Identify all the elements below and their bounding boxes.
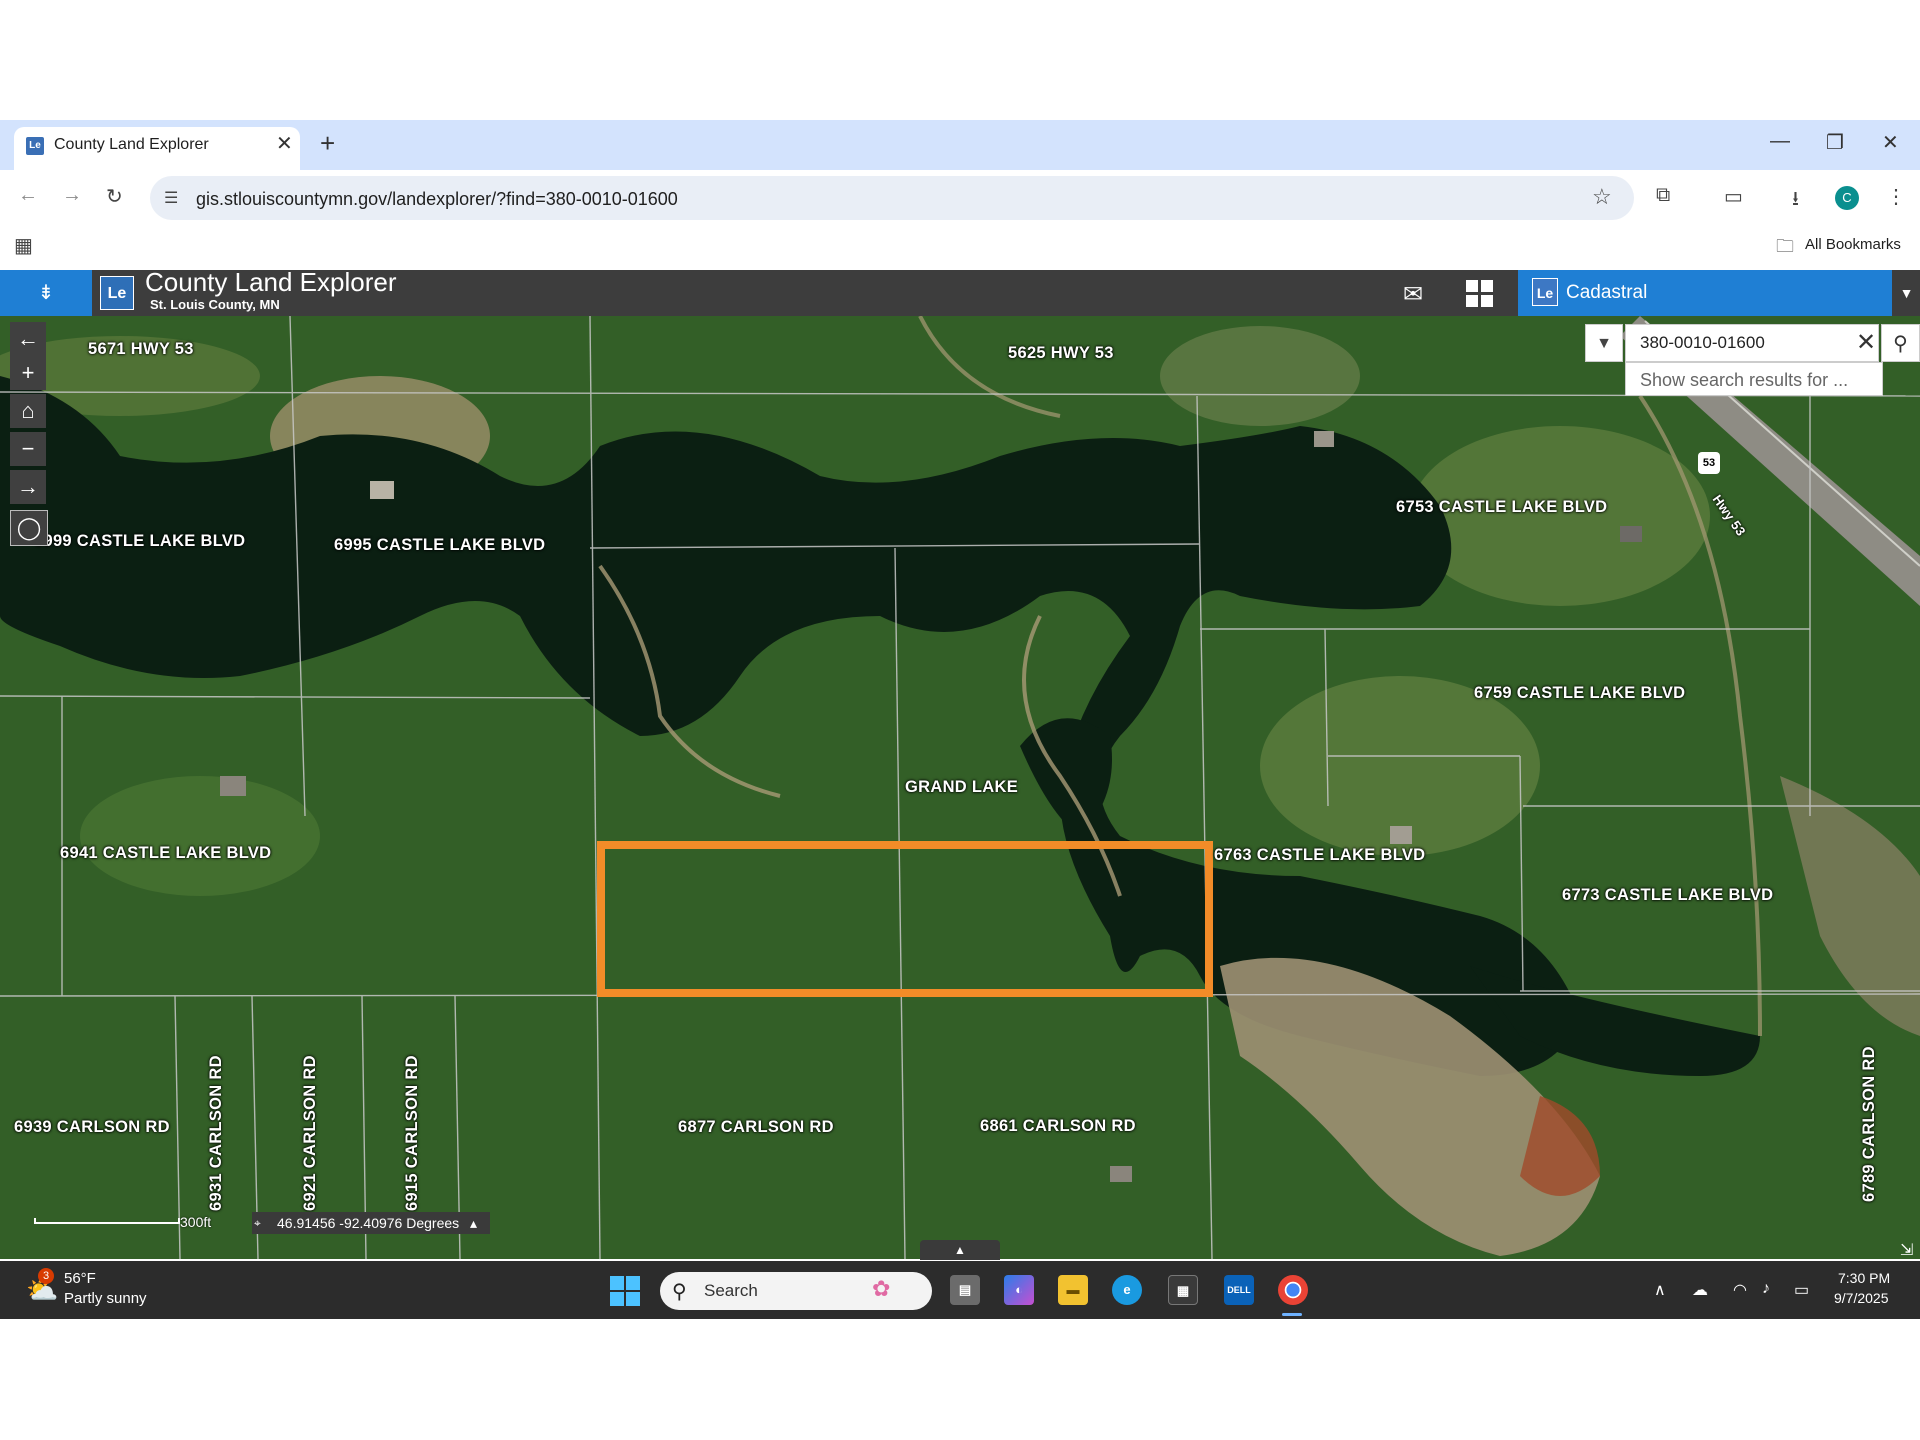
- browser-menu-icon[interactable]: ⋮: [1886, 184, 1906, 209]
- download-icon[interactable]: ⭳: [1792, 184, 1799, 218]
- highway-shield-icon: 53: [1698, 452, 1720, 474]
- search-icon[interactable]: ⚲: [1881, 324, 1920, 362]
- parcel-label: 6939 CARLSON RD: [14, 1118, 170, 1136]
- chevron-up-icon[interactable]: ▴: [470, 1212, 477, 1234]
- file-explorer-icon[interactable]: ▬: [1058, 1275, 1088, 1305]
- weather-description[interactable]: Partly sunny: [64, 1290, 147, 1307]
- search-suggestion[interactable]: Show search results for ...: [1625, 362, 1883, 396]
- wifi-icon[interactable]: ◠: [1733, 1280, 1747, 1300]
- parcel-label: 6759 CASTLE LAKE BLVD: [1474, 684, 1686, 702]
- battery-icon[interactable]: ▭: [1794, 1280, 1809, 1300]
- bookmarks-bar: [0, 222, 1920, 270]
- parcel-label: 6753 CASTLE LAKE BLVD: [1396, 498, 1608, 516]
- edge-icon[interactable]: e: [1112, 1275, 1142, 1305]
- search-input[interactable]: 380-0010-01600: [1625, 324, 1879, 362]
- layer-name[interactable]: Cadastral: [1566, 282, 1647, 304]
- tab-favicon-icon: Le: [26, 137, 44, 155]
- map-view[interactable]: 5671 HWY 53 5625 HWY 53 6999 CASTLE LAKE…: [0, 316, 1920, 1259]
- new-tab-icon[interactable]: +: [320, 128, 335, 159]
- scale-label: 300ft: [180, 1214, 212, 1230]
- taskbar-search-placeholder[interactable]: Search: [704, 1281, 758, 1301]
- parcel-label: 6999 CASTLE LAKE BLVD: [34, 532, 246, 550]
- parcel-label: 6941 CASTLE LAKE BLVD: [60, 844, 272, 862]
- resize-icon[interactable]: ⇲: [1900, 1240, 1913, 1260]
- parcel-label: 6995 CASTLE LAKE BLVD: [334, 536, 546, 554]
- search-highlight-icon: ✿: [872, 1276, 891, 1301]
- folder-icon: 🗀: [1776, 236, 1794, 256]
- profile-avatar[interactable]: C: [1835, 186, 1859, 210]
- reload-icon[interactable]: ↻: [106, 184, 123, 209]
- clock-date[interactable]: 9/7/2025: [1834, 1290, 1889, 1306]
- parcel-label-vertical: 6931 CARLSON RD: [207, 1055, 225, 1211]
- coordinates-readout: 46.91456 -92.40976 Degrees: [277, 1215, 460, 1231]
- cast-icon[interactable]: ▭: [1724, 184, 1743, 209]
- zoom-out-button[interactable]: −: [10, 432, 46, 466]
- previous-extent-button[interactable]: ←: [10, 322, 46, 356]
- apps-grid-icon[interactable]: ▦: [14, 233, 33, 258]
- weather-badge: 3: [38, 1268, 54, 1284]
- home-icon[interactable]: ⌂: [10, 394, 46, 428]
- zoom-in-button[interactable]: +: [10, 356, 46, 390]
- expand-panel-tab[interactable]: ▲: [920, 1240, 1000, 1260]
- layer-logo-icon: Le: [1532, 278, 1558, 306]
- app-title: County Land Explorer: [145, 267, 397, 297]
- weather-temperature[interactable]: 56°F: [64, 1270, 96, 1287]
- lake-label: GRAND LAKE: [905, 778, 1018, 796]
- locate-icon[interactable]: ◯: [10, 510, 48, 546]
- site-info-icon[interactable]: ☰: [164, 188, 178, 208]
- parcel-label: 6877 CARLSON RD: [678, 1118, 834, 1136]
- parcel-label: 5671 HWY 53: [88, 340, 194, 358]
- chrome-icon[interactable]: [1278, 1275, 1308, 1305]
- next-extent-button[interactable]: →: [10, 470, 46, 504]
- store-icon[interactable]: ▦: [1168, 1275, 1198, 1305]
- task-view-icon[interactable]: ▤: [950, 1275, 980, 1305]
- forward-icon[interactable]: →: [62, 184, 82, 207]
- scale-bar: [34, 1218, 180, 1224]
- active-app-indicator: [1282, 1313, 1302, 1316]
- url-text[interactable]: gis.stlouiscountymn.gov/landexplorer/?fi…: [196, 189, 678, 210]
- parcel-label: 6861 CARLSON RD: [980, 1117, 1136, 1135]
- window-close-icon[interactable]: ✕: [1882, 130, 1899, 155]
- parcel-label: 6763 CASTLE LAKE BLVD: [1214, 846, 1426, 864]
- tab-close-icon[interactable]: ✕: [276, 131, 293, 156]
- app-subtitle: St. Louis County, MN: [150, 297, 280, 312]
- back-icon[interactable]: ←: [18, 184, 38, 207]
- dell-icon[interactable]: DELL: [1224, 1275, 1254, 1305]
- layer-dropdown-icon[interactable]: ▼: [1893, 270, 1920, 316]
- parcel-label-vertical: 6915 CARLSON RD: [403, 1055, 421, 1211]
- minimize-icon[interactable]: —: [1770, 130, 1790, 153]
- parcel-label-vertical: 6921 CARLSON RD: [301, 1055, 319, 1211]
- clock-time[interactable]: 7:30 PM: [1838, 1270, 1890, 1286]
- search-icon: ⚲: [672, 1281, 687, 1303]
- onedrive-cloud-icon[interactable]: ☁: [1692, 1280, 1708, 1300]
- parcel-label-vertical: 6789 CARLSON RD: [1860, 1046, 1878, 1202]
- crosshair-icon[interactable]: ⌖: [254, 1212, 261, 1234]
- taskbar-search-box[interactable]: [660, 1272, 932, 1310]
- app-logo: Le: [100, 276, 134, 310]
- restore-icon[interactable]: ❐: [1826, 130, 1844, 155]
- chevron-up-icon[interactable]: ∧: [1654, 1280, 1666, 1300]
- volume-icon[interactable]: ♪: [1762, 1280, 1770, 1298]
- all-bookmarks-link[interactable]: All Bookmarks: [1805, 236, 1901, 253]
- windows-start-icon[interactable]: [610, 1276, 640, 1306]
- search-options-dropdown[interactable]: ▼: [1585, 324, 1623, 362]
- parcel-label: 5625 HWY 53: [1008, 344, 1114, 362]
- tab-title[interactable]: County Land Explorer: [54, 136, 209, 154]
- extensions-icon[interactable]: ⧉: [1656, 184, 1670, 207]
- apps-grid-icon[interactable]: [1466, 280, 1494, 308]
- copilot-icon[interactable]: ◐: [1004, 1275, 1034, 1305]
- menu-toggle-button[interactable]: ⇟: [0, 270, 92, 316]
- clear-search-icon[interactable]: ✕: [1856, 328, 1876, 357]
- parcel-label: 6773 CASTLE LAKE BLVD: [1562, 886, 1774, 904]
- feedback-mail-icon[interactable]: ✉: [1403, 280, 1423, 309]
- bookmark-star-icon[interactable]: ☆: [1592, 184, 1612, 210]
